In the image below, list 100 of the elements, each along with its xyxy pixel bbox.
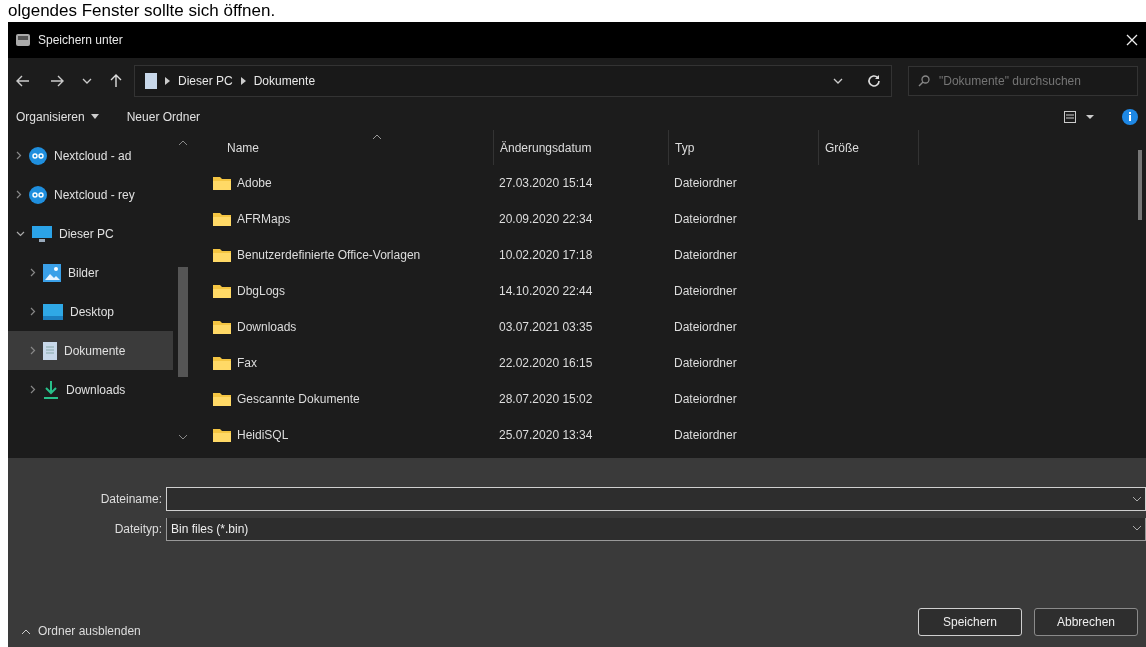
folder-icon	[213, 284, 231, 298]
column-header[interactable]: Änderungsdatum	[493, 130, 668, 165]
file-row-name[interactable]: Benutzerdefinierte Office-Vorlagen	[193, 248, 493, 262]
document-icon	[43, 341, 57, 360]
field-label: Dateiname:	[99, 492, 163, 506]
chevron-right-icon[interactable]	[30, 307, 36, 316]
filename-field[interactable]	[166, 487, 1146, 511]
table-cell-text: Dateiordner	[673, 356, 738, 370]
table-cell-text: 20.09.2020 22:34	[498, 212, 594, 226]
chevron-right-icon[interactable]	[30, 268, 36, 277]
file-row-name[interactable]: Adobe	[193, 176, 493, 190]
folder-icon	[213, 428, 231, 442]
file-row-name[interactable]: Gescannte Dokumente	[193, 392, 493, 406]
folder-icon	[213, 356, 231, 370]
back-arrow-icon[interactable]	[16, 74, 30, 87]
sidebar-item[interactable]: Bilder	[8, 253, 173, 292]
cancel-button[interactable]: Abbrechen	[1034, 608, 1138, 636]
file-row-name[interactable]: Fax	[193, 356, 493, 370]
cloud-icon	[29, 185, 47, 204]
address-bar[interactable]: Dieser PC Dokumente	[134, 64, 892, 97]
folder-icon	[213, 176, 231, 190]
cloud-icon	[29, 146, 47, 165]
table-cell-text: Dateiordner	[673, 392, 738, 406]
column-header[interactable]: Typ	[668, 130, 818, 165]
picture-icon	[43, 263, 61, 282]
chevron-up-icon	[22, 628, 30, 634]
column-header[interactable]: Name	[193, 130, 493, 165]
table-cell-text: Dateiordner	[673, 176, 738, 190]
monitor-icon	[32, 224, 52, 243]
sidebar-label: Dokumente	[64, 343, 126, 358]
caret-icon	[90, 114, 99, 119]
table-cell-text: 22.02.2020 16:15	[498, 356, 594, 370]
table-cell-text: Dateiordner	[673, 320, 738, 334]
forward-arrow-icon[interactable]	[50, 74, 64, 87]
help-icon[interactable]	[1122, 108, 1138, 125]
chevron-down-icon[interactable]	[1133, 496, 1141, 502]
sidebar-item[interactable]: Nextcloud - rey	[8, 175, 173, 214]
chevron-right-icon[interactable]	[30, 346, 36, 355]
chevron-down-icon[interactable]	[82, 77, 92, 84]
sidebar-item[interactable]: Dokumente	[8, 331, 173, 370]
chevron-right-icon[interactable]	[16, 151, 22, 160]
scroll-up-icon[interactable]	[179, 140, 187, 145]
sidebar-item[interactable]: Desktop	[8, 292, 173, 331]
sidebar-label: Nextcloud - ad	[54, 148, 132, 163]
chevron-right-icon[interactable]	[16, 190, 22, 199]
table-cell-text: Dateiordner	[673, 248, 738, 262]
table-cell-text: 14.10.2020 22:44	[498, 284, 594, 298]
close-icon[interactable]	[1126, 34, 1138, 46]
save-button[interactable]: Speichern	[918, 608, 1022, 636]
caption-text: olgendes Fenster sollte sich öffnen.	[8, 0, 276, 22]
table-cell-text: Dateiordner	[673, 428, 738, 442]
breadcrumb-item[interactable]: Dokumente	[253, 73, 316, 88]
table-cell-text: 28.07.2020 15:02	[498, 392, 594, 406]
sidebar-item[interactable]: Nextcloud - ad	[8, 136, 173, 175]
folder-icon	[213, 212, 231, 226]
breadcrumb-item[interactable]: Dieser PC	[178, 73, 233, 88]
file-row-name[interactable]: HeidiSQL	[193, 428, 493, 442]
chevron-right-icon[interactable]	[30, 385, 36, 394]
sidebar-item[interactable]: Downloads	[8, 370, 173, 409]
table-cell-text: 25.07.2020 13:34	[498, 428, 594, 442]
sidebar-label: Desktop	[70, 304, 115, 319]
window-title: Speichern unter	[38, 33, 124, 47]
up-arrow-icon[interactable]	[110, 73, 122, 88]
desktop-icon	[43, 303, 63, 320]
document-icon	[145, 72, 157, 89]
column-header[interactable]: Größe	[818, 130, 918, 165]
view-options-icon[interactable]	[1064, 110, 1094, 123]
scrollbar-thumb[interactable]	[1138, 150, 1142, 220]
chevron-down-icon	[1133, 526, 1141, 531]
hide-folders-toggle[interactable]: Ordner ausblenden	[16, 624, 147, 638]
sidebar-label: Bilder	[68, 265, 99, 280]
table-cell-text: 03.07.2021 03:35	[498, 320, 594, 334]
file-row-name[interactable]: DbgLogs	[193, 284, 493, 298]
table-cell-text: Dateiordner	[673, 284, 738, 298]
organize-menu-button[interactable]: Organisieren	[16, 109, 99, 124]
search-field[interactable]: "Dokumente" durchsuchen	[908, 65, 1138, 96]
refresh-icon[interactable]	[867, 73, 881, 88]
folder-icon	[213, 248, 231, 262]
download-icon	[43, 380, 59, 399]
table-cell-text: Dateiordner	[673, 212, 738, 226]
sidebar-label: Dieser PC	[59, 226, 114, 241]
table-cell-text: 27.03.2020 15:14	[498, 176, 594, 190]
sidebar-label: Nextcloud - rey	[54, 187, 135, 202]
scrollbar-thumb[interactable]	[178, 267, 188, 377]
chevron-down-icon[interactable]	[833, 77, 843, 84]
sidebar-label: Downloads	[66, 382, 126, 397]
filetype-dropdown[interactable]: Bin files (*.bin)	[166, 517, 1146, 541]
chevron-right-icon	[165, 76, 170, 85]
field-label: Dateityp:	[113, 522, 163, 536]
file-row-name[interactable]: AFRMaps	[193, 212, 493, 226]
new-folder-button[interactable]: Neuer Ordner	[126, 109, 201, 124]
app-icon	[16, 34, 30, 46]
folder-icon	[213, 392, 231, 406]
file-row-name[interactable]: Downloads	[193, 320, 493, 334]
chevron-right-icon	[240, 76, 246, 85]
folder-icon	[213, 320, 231, 334]
chevron-down-icon[interactable]	[16, 230, 25, 237]
sidebar-item[interactable]: Dieser PC	[8, 214, 173, 253]
table-cell-text: 10.02.2020 17:18	[498, 248, 594, 262]
scroll-down-icon[interactable]	[179, 435, 187, 440]
